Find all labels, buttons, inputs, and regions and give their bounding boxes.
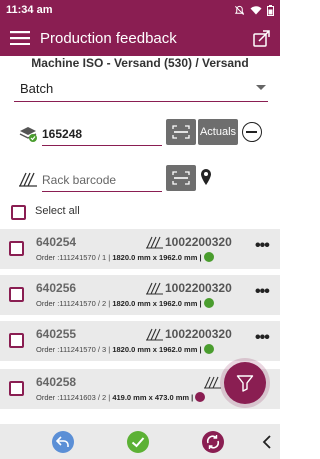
item-checkbox[interactable] bbox=[9, 381, 24, 396]
item-dims: 419.0 mm x 473.0 mm | bbox=[112, 393, 194, 402]
check-icon bbox=[131, 437, 145, 448]
scan-rack-button[interactable] bbox=[166, 165, 196, 191]
export-icon bbox=[253, 30, 270, 47]
rack-icon bbox=[19, 172, 37, 187]
undo-arrow-icon bbox=[56, 436, 69, 447]
filter-icon bbox=[236, 375, 254, 392]
item-rack-barcode: 1002200320 bbox=[165, 235, 232, 249]
item-rack-barcode: 1002200320 bbox=[165, 281, 232, 295]
rack-barcode-input[interactable]: Rack barcode bbox=[42, 168, 162, 192]
app-bar: Production feedback bbox=[0, 20, 280, 56]
select-all-row[interactable]: Select all bbox=[0, 200, 280, 224]
actuals-button[interactable]: Actuals bbox=[198, 119, 238, 145]
item-order-line: Order :111241570 / 3 | 1820.0 mm x 1962.… bbox=[36, 344, 214, 354]
status-time: 11:34 am bbox=[6, 4, 53, 16]
dropdown-caret-icon bbox=[256, 85, 266, 90]
list-item[interactable]: 640255 1002200320 ••• Order :111241570 /… bbox=[0, 321, 280, 361]
rack-icon bbox=[204, 376, 221, 389]
item-order-line: Order :111241603 / 2 | 419.0 mm x 473.0 … bbox=[36, 392, 206, 402]
more-options-icon[interactable]: ••• bbox=[255, 237, 270, 255]
rack-barcode-placeholder: Rack barcode bbox=[42, 172, 117, 187]
filter-fab-button[interactable] bbox=[224, 362, 266, 404]
item-order-line: Order :111241570 / 2 | 1820.0 mm x 1962.… bbox=[36, 298, 214, 308]
status-done-icon bbox=[203, 344, 214, 354]
cycle-button[interactable] bbox=[202, 431, 224, 453]
page-title: Production feedback bbox=[40, 29, 177, 47]
status-in-progress-icon bbox=[195, 392, 206, 402]
item-checkbox[interactable] bbox=[9, 287, 24, 302]
batch-stack-icon bbox=[19, 127, 37, 142]
export-button[interactable] bbox=[244, 20, 280, 56]
rack-row: Rack barcode bbox=[0, 164, 280, 194]
item-code: 640255 bbox=[36, 327, 77, 341]
item-order-line: Order :111241570 / 1 | 1820.0 mm x 1962.… bbox=[36, 252, 214, 262]
status-done-icon bbox=[203, 298, 214, 308]
item-dims: 1820.0 mm x 1962.0 mm | bbox=[112, 299, 202, 308]
barcode-scan-icon bbox=[172, 171, 190, 185]
item-code: 640258 bbox=[36, 375, 77, 389]
more-options-icon[interactable]: ••• bbox=[255, 329, 270, 347]
item-rack-barcode: 1002200320 bbox=[165, 327, 232, 341]
mode-select[interactable]: Batch bbox=[14, 76, 268, 102]
item-dims: 1820.0 mm x 1962.0 mm | bbox=[112, 253, 202, 262]
item-checkbox[interactable] bbox=[9, 241, 24, 256]
list-item[interactable]: 640256 1002200320 ••• Order :111241570 /… bbox=[0, 275, 280, 315]
location-pin-icon[interactable] bbox=[200, 169, 212, 185]
rack-icon bbox=[146, 328, 163, 341]
more-options-icon[interactable]: ••• bbox=[255, 283, 270, 301]
menu-button[interactable] bbox=[0, 20, 40, 56]
item-checkbox[interactable] bbox=[9, 333, 24, 348]
item-code: 640256 bbox=[36, 281, 77, 295]
batch-row: 165248 Actuals bbox=[0, 118, 280, 148]
hamburger-icon bbox=[10, 31, 30, 45]
status-done-icon bbox=[203, 252, 214, 262]
barcode-scan-icon bbox=[172, 125, 190, 139]
list-item[interactable]: 640254 1002200320 ••• Order :111241570 /… bbox=[0, 229, 280, 269]
status-bar: 11:34 am bbox=[0, 0, 280, 20]
battery-icon bbox=[267, 4, 274, 16]
remove-circle-icon[interactable] bbox=[242, 122, 262, 142]
select-all-checkbox[interactable] bbox=[11, 205, 26, 220]
batch-input[interactable]: 165248 bbox=[42, 122, 162, 146]
rack-icon bbox=[146, 282, 163, 295]
confirm-button[interactable] bbox=[127, 431, 149, 453]
item-code: 640254 bbox=[36, 235, 77, 249]
batch-input-value: 165248 bbox=[42, 126, 83, 141]
chevron-left-icon[interactable] bbox=[262, 435, 272, 449]
item-order: Order :111241570 / 1 | bbox=[36, 253, 111, 262]
rack-icon bbox=[146, 236, 163, 249]
item-order: Order :111241570 / 3 | bbox=[36, 345, 111, 354]
back-button[interactable] bbox=[52, 431, 74, 453]
item-dims: 1820.0 mm x 1962.0 mm | bbox=[112, 345, 202, 354]
scan-batch-button[interactable] bbox=[166, 119, 196, 145]
mode-select-value: Batch bbox=[20, 81, 54, 96]
machine-label: Machine ISO - Versand (530) / Versand bbox=[31, 56, 249, 70]
cycle-arrows-icon bbox=[206, 435, 220, 449]
wifi-icon bbox=[250, 6, 262, 15]
item-order: Order :111241603 / 2 | bbox=[36, 393, 111, 402]
item-order: Order :111241570 / 2 | bbox=[36, 299, 111, 308]
select-all-label: Select all bbox=[35, 205, 80, 217]
bottom-action-bar bbox=[0, 424, 280, 459]
notifications-off-icon bbox=[234, 5, 245, 15]
